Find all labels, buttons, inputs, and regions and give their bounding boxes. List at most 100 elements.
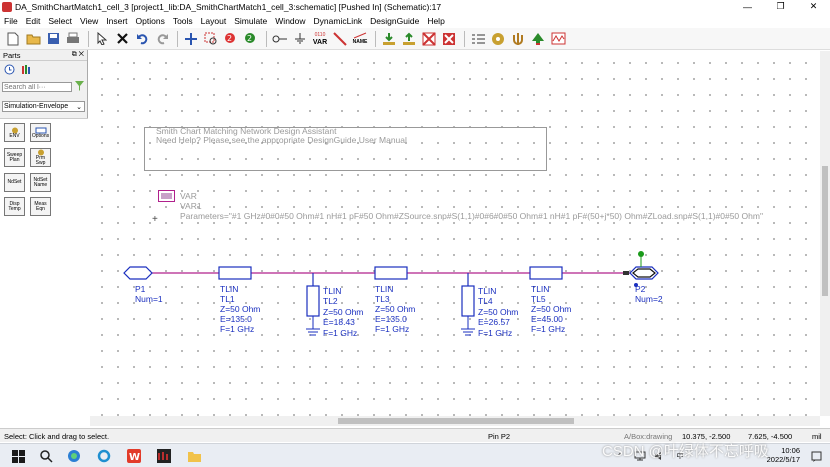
menu-file[interactable]: File <box>4 16 18 26</box>
window-title: DA_SmithChartMatch1_cell_3 [project1_lib… <box>15 1 442 12</box>
parts-search-input[interactable] <box>2 82 72 92</box>
port1-num: Num=1 <box>135 294 163 304</box>
insert-wire-icon[interactable] <box>331 30 349 48</box>
restore-button[interactable]: ❐ <box>764 0 797 13</box>
palette-button-label: Prm Swp <box>35 155 46 166</box>
ads-schematic-window: DA_SmithChartMatch1_cell_3 [project1_lib… <box>0 0 830 467</box>
print-icon[interactable] <box>64 30 82 48</box>
panel-float-close-icon[interactable]: ⧉ ✕ <box>72 51 87 59</box>
palette-options-button[interactable]: Options <box>30 123 51 142</box>
delete-icon[interactable] <box>113 30 131 48</box>
palette-button-label: ENV <box>9 132 20 139</box>
push-into-icon[interactable] <box>380 30 398 48</box>
notification-icon[interactable] <box>808 448 824 464</box>
palette-env-button[interactable]: ENV <box>4 123 25 142</box>
tl5-name: TL5 <box>531 294 546 304</box>
port2-num: Num=2 <box>635 294 663 304</box>
palette-select[interactable]: Simulation-Envelope ⌄ <box>2 101 85 112</box>
menu-window[interactable]: Window <box>275 16 305 26</box>
csdn-watermark: CSDN @叶绿体不忘呼吸 <box>602 443 769 460</box>
close-button[interactable]: ✕ <box>797 0 830 13</box>
status-hint: Select: Click and drag to select. <box>4 432 110 441</box>
redo-icon[interactable] <box>153 30 171 48</box>
tl1-e: E=135.0 <box>220 314 252 324</box>
horizontal-scrollbar[interactable] <box>90 416 820 426</box>
menu-select[interactable]: Select <box>48 16 72 26</box>
menu-tools[interactable]: Tools <box>173 16 193 26</box>
tuning-icon[interactable] <box>489 30 507 48</box>
ads-app-icon[interactable] <box>156 448 172 464</box>
new-file-icon[interactable] <box>4 30 22 48</box>
svg-text:2: 2 <box>247 34 252 43</box>
move-icon[interactable] <box>182 30 200 48</box>
feedback-app-icon[interactable] <box>96 448 112 464</box>
tl3-z: Z=50 Ohm <box>375 304 416 314</box>
palette-prm-swp-button[interactable]: Prm Swp <box>30 148 51 167</box>
vertical-scrollbar[interactable] <box>820 51 830 416</box>
edge-browser-icon[interactable] <box>66 448 82 464</box>
tl2-z: Z=50 Ohm <box>323 307 364 317</box>
menu-simulate[interactable]: Simulate <box>234 16 267 26</box>
menu-help[interactable]: Help <box>427 16 444 26</box>
search-icon[interactable] <box>38 448 54 464</box>
optimize-icon[interactable] <box>509 30 527 48</box>
file-explorer-icon[interactable] <box>186 448 202 464</box>
toolbar-separator <box>375 30 376 47</box>
toolbar-separator <box>177 30 178 47</box>
var-button-label: VAR <box>312 38 328 46</box>
menu-layout[interactable]: Layout <box>201 16 227 26</box>
deactivate-icon[interactable] <box>420 30 438 48</box>
menu-view[interactable]: View <box>80 16 98 26</box>
insert-ground-icon[interactable] <box>291 30 309 48</box>
zoom-area-icon[interactable] <box>202 30 220 48</box>
insert-port-icon[interactable] <box>271 30 289 48</box>
insert-name-icon[interactable]: NAME <box>351 30 369 48</box>
simulate-list-icon[interactable] <box>469 30 487 48</box>
select-pointer-icon[interactable] <box>93 30 111 48</box>
save-icon[interactable] <box>44 30 62 48</box>
clock-date: 2022/5/17 <box>766 455 800 464</box>
parts-panel-title: Parts <box>3 50 21 60</box>
data-display-icon[interactable] <box>549 30 567 48</box>
palette-ndset-name-button[interactable]: NdSet Name <box>30 173 51 192</box>
history-clock-icon[interactable] <box>4 64 15 77</box>
tl1-type: TLIN <box>220 284 239 294</box>
menu-options[interactable]: Options <box>136 16 165 26</box>
undo-icon[interactable] <box>133 30 151 48</box>
zoom-out-icon[interactable]: 2 <box>242 30 260 48</box>
windows-start-icon[interactable] <box>10 448 26 464</box>
horizontal-scroll-thumb[interactable] <box>338 418 574 424</box>
short-icon[interactable] <box>440 30 458 48</box>
menu-designguide[interactable]: DesignGuide <box>370 16 419 26</box>
port1-name: P1 <box>135 284 146 294</box>
palette-disp-temp-button[interactable]: Disp Temp <box>4 197 25 216</box>
filter-funnel-icon[interactable] <box>75 81 84 93</box>
tl4-type: TLIN <box>478 286 497 296</box>
schematic-wires <box>123 251 659 336</box>
palette-sweep-plan-button[interactable]: Sweep Plan <box>4 148 25 167</box>
tl5-type: TLIN <box>531 284 550 294</box>
vertical-scroll-thumb[interactable] <box>822 166 828 296</box>
tl4-f: F=1 GHz <box>478 328 513 338</box>
palette-meas-eqn-button[interactable]: Meas Eqn <box>30 197 51 216</box>
insert-var-icon[interactable]: 0110 VAR <box>311 30 329 48</box>
status-pin: Pin P2 <box>488 432 511 441</box>
tl3-type: TLIN <box>375 284 394 294</box>
schematic-canvas[interactable]: Smith Chart Matching Network Design Assi… <box>90 51 820 416</box>
system-clock[interactable]: 10:06 2022/5/17 <box>767 446 800 464</box>
tl4-name: TL4 <box>478 296 493 306</box>
menu-dynamiclink[interactable]: DynamicLink <box>314 16 363 26</box>
library-books-icon[interactable] <box>21 64 32 77</box>
pop-out-icon[interactable] <box>400 30 418 48</box>
open-folder-icon[interactable] <box>24 30 42 48</box>
palette-ndset-button[interactable]: NdSet <box>4 173 25 192</box>
simulate-icon[interactable] <box>529 30 547 48</box>
zoom-in-icon[interactable]: 2 <box>222 30 240 48</box>
menu-edit[interactable]: Edit <box>26 16 41 26</box>
toolbar-separator <box>266 30 267 47</box>
minimize-button[interactable]: — <box>731 0 764 13</box>
menu-insert[interactable]: Insert <box>106 16 127 26</box>
wps-office-icon[interactable]: W <box>126 448 142 464</box>
tl4-e: E=26.57 <box>478 317 510 327</box>
var-code-label: 0110 <box>314 31 326 38</box>
